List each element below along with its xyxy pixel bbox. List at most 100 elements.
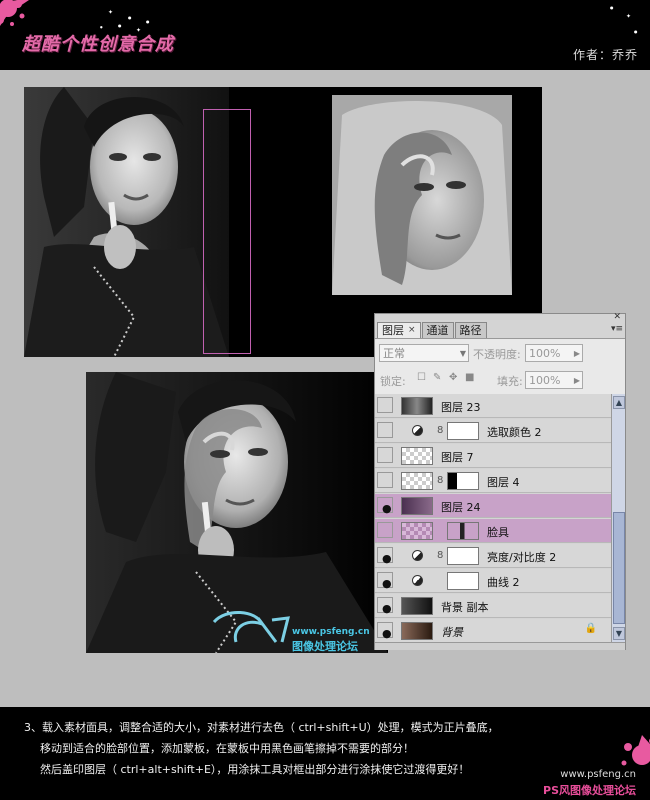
layer-thumbnail xyxy=(401,397,433,415)
panel-title-bar[interactable]: ✕ xyxy=(375,312,625,322)
layer-thumbnail xyxy=(401,597,433,615)
layer-row[interactable]: 8 图层 4 xyxy=(375,469,611,493)
layer-name: 图层 24 xyxy=(441,501,481,514)
visibility-toggle[interactable]: ● xyxy=(377,622,393,640)
layer-options: 正常 ▼ 不透明度: 100% ▶ 锁定: ☐ ✎ ✥ ■ 填充: 100% ▶ xyxy=(375,338,625,394)
fill-label: 填充: xyxy=(497,375,523,388)
layer-name: 图层 4 xyxy=(487,476,520,489)
layer-row[interactable]: ● 8 亮度/对比度 2 xyxy=(375,544,611,568)
visibility-toggle[interactable]: ● xyxy=(377,597,393,615)
eye-icon: ● xyxy=(382,502,392,515)
scroll-up-icon[interactable]: ▲ xyxy=(613,396,625,409)
visibility-toggle[interactable]: ● xyxy=(377,547,393,565)
opacity-label: 不透明度: xyxy=(473,348,521,361)
mask-material-image xyxy=(332,95,512,295)
layer-row[interactable]: ● 图层 24 xyxy=(375,494,611,518)
visibility-toggle[interactable]: ● xyxy=(377,572,393,590)
footer-url: www.psfeng.cn xyxy=(560,769,636,780)
visibility-toggle[interactable] xyxy=(377,447,393,463)
chevron-down-icon: ▼ xyxy=(459,349,466,358)
mask-thumbnail[interactable] xyxy=(447,547,479,565)
panel-menu-icon[interactable]: ▾≡ xyxy=(611,324,623,334)
footer-brand: PS风图像处理论坛 xyxy=(543,784,636,797)
layer-thumbnail xyxy=(401,522,433,540)
mask-thumbnail[interactable] xyxy=(447,422,479,440)
eye-icon: ● xyxy=(382,602,392,615)
layer-name: 图层 7 xyxy=(441,451,474,464)
layer-name: 背景 副本 xyxy=(441,601,489,614)
panel-close-icon[interactable]: ✕ xyxy=(613,312,621,322)
page-title: 超酷个性创意合成 xyxy=(22,34,174,55)
layer-name: 曲线 2 xyxy=(487,576,520,589)
tab-layers[interactable]: 图层 × xyxy=(377,322,421,338)
watermark-name: 图像处理论坛 xyxy=(292,640,358,653)
eye-icon: ● xyxy=(382,577,392,590)
visibility-toggle[interactable] xyxy=(377,522,393,538)
panel-tabs: 图层 × 通道 路径 xyxy=(377,322,488,338)
mask-thumbnail[interactable] xyxy=(447,522,479,540)
woman-portrait-image xyxy=(24,87,229,357)
chevron-right-icon[interactable]: ▶ xyxy=(574,372,580,389)
lock-label: 锁定: xyxy=(380,375,406,388)
scroll-down-icon[interactable]: ▼ xyxy=(613,627,625,640)
visibility-toggle[interactable]: ● xyxy=(377,497,393,515)
instruction-line: 移动到适合的脸部位置，添加蒙板，在蒙板中用黑色画笔擦掉不需要的部分！ xyxy=(40,742,414,755)
visibility-toggle[interactable] xyxy=(377,472,393,488)
blend-mode-select[interactable]: 正常 ▼ xyxy=(379,344,469,362)
panel-bottom-toolbar xyxy=(375,642,625,650)
watermark-url: www.psfeng.cn xyxy=(292,627,370,637)
visibility-toggle[interactable] xyxy=(377,397,393,413)
tab-paths[interactable]: 路径 xyxy=(454,322,487,338)
visibility-toggle[interactable] xyxy=(377,422,393,438)
layer-list: 图层 23 8 选取颜色 2 图层 7 8 图层 4 ● 图层 24 脸具 ● … xyxy=(375,394,611,643)
masked-portrait-image xyxy=(86,372,388,653)
layer-row[interactable]: 脸具 xyxy=(375,519,611,543)
layer-row[interactable]: 图层 23 xyxy=(375,394,611,418)
layer-thumbnail xyxy=(401,497,433,515)
layer-thumbnail xyxy=(401,622,433,640)
footer: 3、载入素材面具，调整合适的大小，对素材进行去色（ ctrl+shift+U）处… xyxy=(0,707,650,800)
layer-name: 脸具 xyxy=(487,526,509,539)
adjustment-icon xyxy=(412,550,423,561)
layer-name: 背景 xyxy=(441,626,463,639)
layer-scrollbar[interactable]: ▲ ▼ xyxy=(611,394,625,642)
lock-pixels-icon[interactable]: ✎ xyxy=(433,372,441,383)
adjustment-icon xyxy=(412,425,423,436)
layer-thumbnail xyxy=(401,472,433,490)
layer-row[interactable]: 8 选取颜色 2 xyxy=(375,419,611,443)
instruction-line: 然后盖印图层（ ctrl+alt+shift+E），用涂抹工具对框出部分进行涂抹… xyxy=(40,763,470,776)
layers-panel: ✕ 图层 × 通道 路径 ▾≡ 正常 ▼ 不透明度: 100% ▶ 锁定: ☐ … xyxy=(374,312,626,650)
content-area: www.psfeng.cn 图像处理论坛 ✕ 图层 × 通道 路径 ▾≡ 正常 … xyxy=(0,70,650,707)
tab-channels[interactable]: 通道 xyxy=(421,322,454,338)
tab-close-icon[interactable]: × xyxy=(408,323,416,338)
layer-row[interactable]: ● 背景 副本 xyxy=(375,594,611,618)
scrollbar-thumb[interactable] xyxy=(613,512,625,624)
adjustment-icon xyxy=(412,575,423,586)
mask-thumbnail[interactable] xyxy=(447,472,479,490)
instruction-line: 3、载入素材面具，调整合适的大小，对素材进行去色（ ctrl+shift+U）处… xyxy=(24,721,499,734)
fill-input[interactable]: 100% ▶ xyxy=(525,371,583,389)
layer-row[interactable]: ● 背景 🔒 xyxy=(375,619,611,643)
link-icon[interactable]: 8 xyxy=(437,475,443,486)
layer-name: 亮度/对比度 2 xyxy=(487,551,557,564)
author-credit: 作者：乔乔 xyxy=(572,48,638,62)
mask-thumbnail[interactable] xyxy=(447,572,479,590)
layer-row[interactable]: 图层 7 xyxy=(375,444,611,468)
lock-all-icon[interactable]: ■ xyxy=(465,372,474,383)
opacity-input[interactable]: 100% ▶ xyxy=(525,344,583,362)
layer-name: 图层 23 xyxy=(441,401,481,414)
layer-thumbnail xyxy=(401,447,433,465)
eye-icon: ● xyxy=(382,627,392,640)
lock-position-icon[interactable]: ✥ xyxy=(449,372,457,383)
header-banner: ✦ ● ● ✦ ● ● ● ✦ ● 超酷个性创意合成 作者：乔乔 xyxy=(0,0,650,70)
layer-row[interactable]: ● 曲线 2 xyxy=(375,569,611,593)
instruction-text: 3、载入素材面具，调整合适的大小，对素材进行去色（ ctrl+shift+U）处… xyxy=(24,717,499,780)
link-icon[interactable]: 8 xyxy=(437,425,443,436)
layer-name: 选取颜色 2 xyxy=(487,426,542,439)
chevron-right-icon[interactable]: ▶ xyxy=(574,345,580,362)
selection-rectangle xyxy=(203,109,251,354)
eye-icon: ● xyxy=(382,552,392,565)
lock-transparency-icon[interactable]: ☐ xyxy=(417,372,426,383)
link-icon[interactable]: 8 xyxy=(437,550,443,561)
lock-icon: 🔒 xyxy=(584,623,597,634)
